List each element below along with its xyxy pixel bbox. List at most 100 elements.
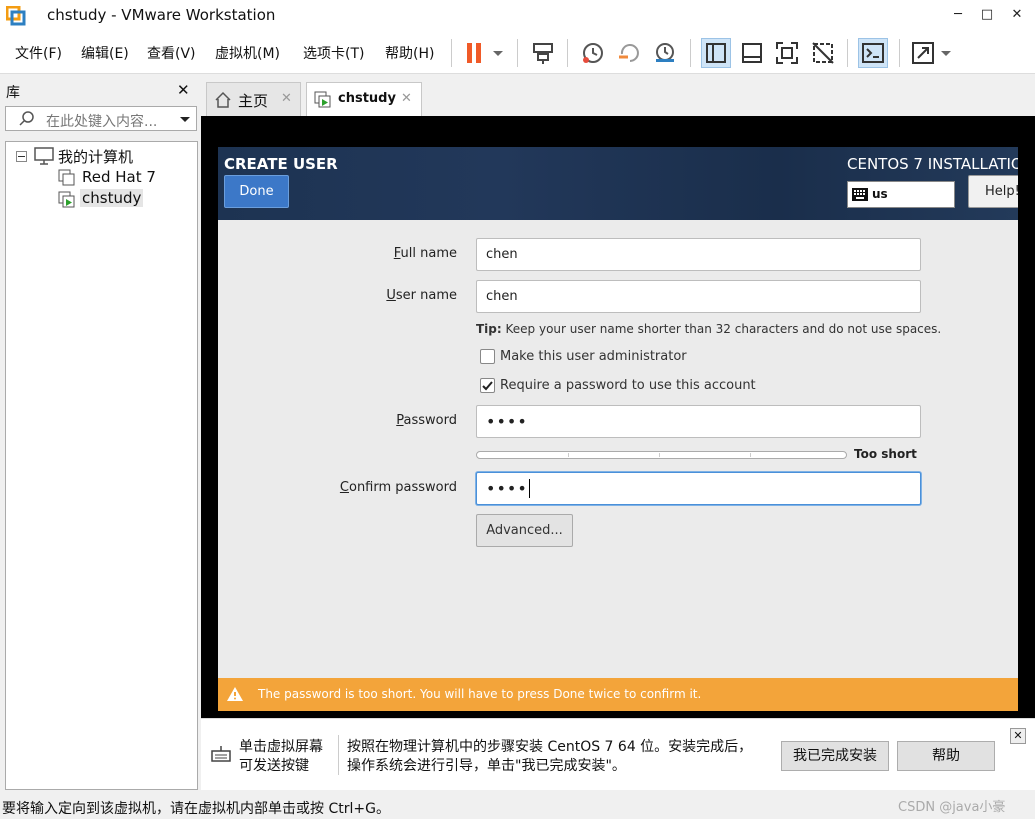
click-screen-hint: 单击虚拟屏幕 可发送按键 <box>239 738 323 776</box>
vm-icon <box>58 169 76 191</box>
title-bar: chstudy - VMware Workstation ─ □ ✕ <box>0 0 1035 32</box>
keyboard-layout-indicator[interactable]: us <box>847 181 955 208</box>
menu-vm[interactable]: 虚拟机(M) <box>215 43 280 63</box>
confirm-password-label: Confirm password <box>339 480 457 495</box>
password-strength-bar <box>476 451 847 459</box>
vm-running-icon <box>314 91 332 113</box>
library-search-input[interactable]: 在此处键入内容... <box>5 106 197 131</box>
pause-icon[interactable] <box>462 40 488 66</box>
password-label-text: assword <box>403 413 457 428</box>
admin-checkbox-label[interactable]: Make this user administrator <box>500 349 687 364</box>
strength-segment <box>477 453 569 457</box>
keyboard-hint-icon <box>211 745 233 767</box>
menu-edit[interactable]: 编辑(E) <box>81 43 129 63</box>
status-text: 要将输入定向到该虚拟机，请在虚拟机内部单击或按 Ctrl+G。 <box>2 801 390 817</box>
hint-help-button[interactable]: 帮助 <box>897 741 995 771</box>
vmware-logo-icon <box>5 5 26 26</box>
toolbar-separator <box>899 39 900 67</box>
tree-item-chstudy[interactable]: chstudy <box>80 189 144 207</box>
search-icon <box>18 110 36 132</box>
tip-prefix: Tip: <box>476 322 502 336</box>
text-cursor <box>528 479 536 498</box>
revert-snapshot-icon[interactable] <box>616 40 642 66</box>
finish-install-button[interactable]: 我已完成安装 <box>781 741 889 771</box>
unity-icon[interactable] <box>810 40 836 66</box>
spoke-title: CREATE USER <box>224 155 338 173</box>
click-screen-hint-line2: 可发送按键 <box>239 758 309 774</box>
status-bar: 要将输入定向到该虚拟机，请在虚拟机内部单击或按 Ctrl+G。 CSDN @ja… <box>0 796 1035 819</box>
checkmark-icon <box>482 381 493 391</box>
tab-chstudy-close-icon[interactable]: ✕ <box>401 91 412 106</box>
home-icon <box>214 91 232 113</box>
keyboard-icon <box>852 188 868 205</box>
install-instructions: 按照在物理计算机中的步骤安装 CentOS 7 64 位。安装完成后， 操作系统… <box>347 738 752 776</box>
show-library-icon[interactable] <box>701 38 731 68</box>
chevron-down-icon[interactable] <box>178 110 192 132</box>
install-hint-bar: 单击虚拟屏幕 可发送按键 按照在物理计算机中的步骤安装 CentOS 7 64 … <box>201 718 1035 790</box>
help-button[interactable]: Help! <box>968 175 1018 208</box>
admin-checkbox[interactable] <box>480 349 495 364</box>
installer-window: CREATE USER Done CENTOS 7 INSTALLATION u… <box>218 147 1018 711</box>
username-tip: Tip: Keep your user name shorter than 32… <box>476 322 941 336</box>
warning-bar[interactable]: The password is too short. You will have… <box>218 678 1018 711</box>
password-field[interactable]: •••• <box>476 405 921 438</box>
library-tree: 我的计算机 Red Hat 7 chstudy <box>5 141 198 790</box>
tree-item-my-computer[interactable]: 我的计算机 <box>58 146 133 167</box>
tab-chstudy-label: chstudy <box>338 91 396 106</box>
tip-text: Keep your user name shorter than 32 char… <box>501 322 942 336</box>
hint-divider <box>338 735 339 775</box>
password-strength-label: Too short <box>854 447 917 461</box>
require-password-checkbox[interactable] <box>480 378 495 393</box>
install-instructions-line1: 按照在物理计算机中的步骤安装 CentOS 7 64 位。安装完成后， <box>347 739 753 755</box>
library-title: 库 <box>6 85 20 101</box>
menu-help[interactable]: 帮助(H) <box>385 43 434 63</box>
toolbar-separator <box>451 39 452 67</box>
confirm-password-field[interactable]: •••• <box>476 472 921 505</box>
search-placeholder: 在此处键入内容... <box>46 114 158 130</box>
menu-toolbar: 文件(F) 编辑(E) 查看(V) 虚拟机(M) 选项卡(T) 帮助(H) <box>0 32 1035 74</box>
password-label: Password <box>396 413 457 428</box>
fullscreen-icon[interactable] <box>774 40 800 66</box>
send-keys-icon[interactable] <box>531 40 557 66</box>
toolbar-separator <box>567 39 568 67</box>
library-header: 库 ✕ <box>0 78 200 104</box>
advanced-button[interactable]: Advanced... <box>476 514 573 547</box>
chevron-down-icon[interactable] <box>490 40 506 66</box>
user-name-field[interactable]: chen <box>476 280 921 313</box>
keyboard-layout-label: us <box>872 187 888 201</box>
toolbar-separator <box>517 39 518 67</box>
menu-tabs[interactable]: 选项卡(T) <box>303 43 364 63</box>
tab-home[interactable]: 主页 ✕ <box>206 82 301 116</box>
strength-segment <box>569 453 660 457</box>
collapse-icon[interactable] <box>16 151 27 166</box>
library-close-button[interactable]: ✕ <box>177 81 190 99</box>
tab-home-close-icon[interactable]: ✕ <box>281 91 292 106</box>
require-password-label[interactable]: Require a password to use this account <box>500 378 756 393</box>
snapshot-manager-icon[interactable] <box>652 40 678 66</box>
warning-text: The password is too short. You will have… <box>258 687 702 701</box>
stretch-icon[interactable] <box>910 40 936 66</box>
confirm-password-value: •••• <box>486 479 528 498</box>
hint-close-button[interactable]: ✕ <box>1010 728 1026 744</box>
strength-segment <box>660 453 751 457</box>
thumbnail-bar-icon[interactable] <box>739 40 765 66</box>
full-name-label: Full name <box>393 246 457 261</box>
snapshot-icon[interactable] <box>580 40 606 66</box>
chevron-down-icon[interactable] <box>938 40 954 66</box>
installer-header: CREATE USER Done CENTOS 7 INSTALLATION u… <box>218 147 1018 220</box>
menu-file[interactable]: 文件(F) <box>15 43 62 63</box>
tab-home-label: 主页 <box>238 92 269 110</box>
product-title: CENTOS 7 INSTALLATION <box>847 155 1018 173</box>
done-button[interactable]: Done <box>224 175 289 208</box>
close-button[interactable]: ✕ <box>999 0 1035 30</box>
tree-item-red-hat-7[interactable]: Red Hat 7 <box>82 168 156 186</box>
full-name-field[interactable]: chen <box>476 238 921 271</box>
console-view-icon[interactable] <box>858 38 888 68</box>
menu-view[interactable]: 查看(V) <box>147 43 196 63</box>
watermark: CSDN @java小豪 <box>898 800 1006 815</box>
user-name-label-text: ser name <box>395 288 457 303</box>
tab-chstudy[interactable]: chstudy ✕ <box>306 82 422 116</box>
user-name-label: User name <box>386 288 457 303</box>
tab-strip: 主页 ✕ chstudy ✕ <box>201 78 1035 116</box>
confirm-password-label-text: onfirm password <box>348 480 457 495</box>
